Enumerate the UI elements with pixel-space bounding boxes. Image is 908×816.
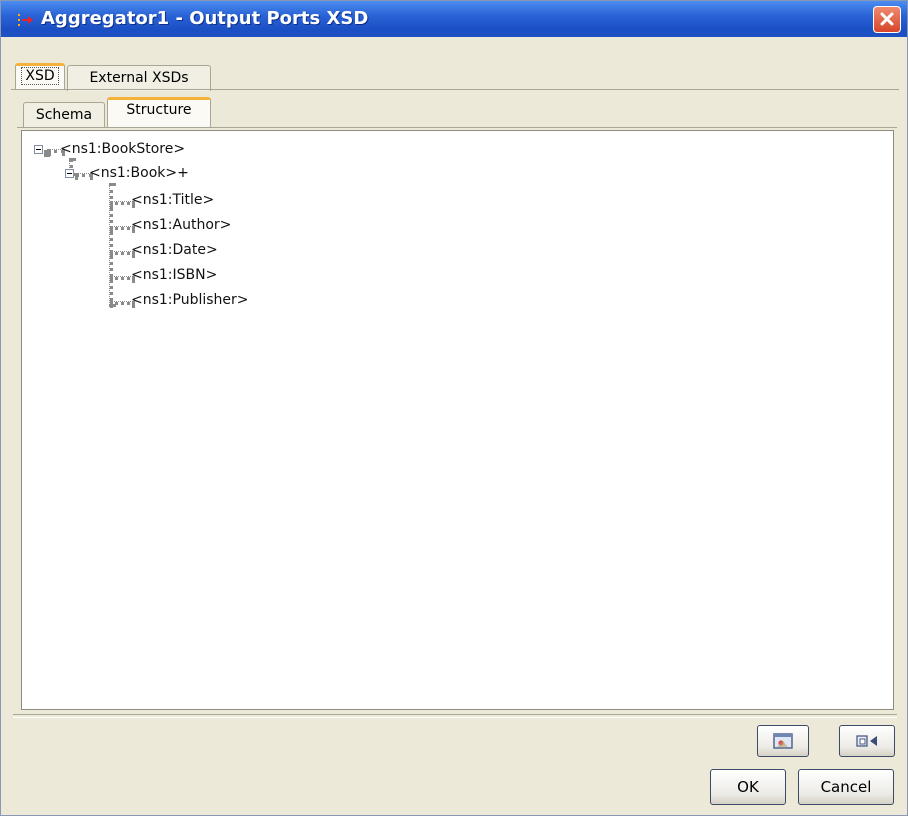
export-icon [856, 735, 877, 747]
tree-node-title[interactable]: <ns1:Title> [131, 191, 214, 209]
tree-node-book[interactable]: <ns1:Book>+ [89, 164, 189, 182]
close-button[interactable] [873, 6, 901, 33]
outer-tab-divider [11, 89, 899, 90]
image-view-button[interactable] [757, 725, 809, 757]
tree-node-bookstore[interactable]: <ns1:BookStore> [60, 140, 185, 158]
ok-button[interactable]: OK [710, 769, 786, 805]
cancel-button[interactable]: Cancel [798, 769, 894, 805]
image-view-icon [773, 733, 793, 749]
tab-structure-label: Structure [126, 102, 192, 118]
structure-tree[interactable]: <ns1:BookStore> <ns1:Book>+ <ns1:Title> … [21, 130, 894, 710]
export-button[interactable] [839, 725, 895, 757]
inner-tab-divider [17, 127, 897, 128]
collapse-root-toggle-icon[interactable] [34, 145, 43, 154]
tab-schema[interactable]: Schema [23, 102, 105, 128]
tab-external-xsds[interactable]: External XSDs [67, 65, 211, 91]
tree-node-author[interactable]: <ns1:Author> [131, 216, 231, 234]
tab-structure[interactable]: Structure [107, 97, 211, 128]
tree-node-isbn[interactable]: <ns1:ISBN> [131, 266, 217, 284]
tree-node-date[interactable]: <ns1:Date> [131, 241, 218, 259]
dialog-window: Aggregator1 - Output Ports XSD XSD Exter… [0, 0, 908, 816]
bottom-separator [13, 714, 897, 718]
close-icon [880, 12, 894, 26]
tab-xsd[interactable]: XSD [15, 63, 65, 90]
title-bar[interactable]: Aggregator1 - Output Ports XSD [1, 1, 907, 37]
app-icon [18, 12, 34, 26]
tab-external-xsds-label: External XSDs [89, 70, 189, 86]
window-title: Aggregator1 - Output Ports XSD [41, 8, 369, 29]
collapse-book-toggle-icon[interactable] [65, 169, 74, 178]
tree-node-publisher[interactable]: <ns1:Publisher> [131, 291, 249, 309]
tab-schema-label: Schema [35, 107, 93, 123]
tab-xsd-label: XSD [21, 67, 59, 85]
